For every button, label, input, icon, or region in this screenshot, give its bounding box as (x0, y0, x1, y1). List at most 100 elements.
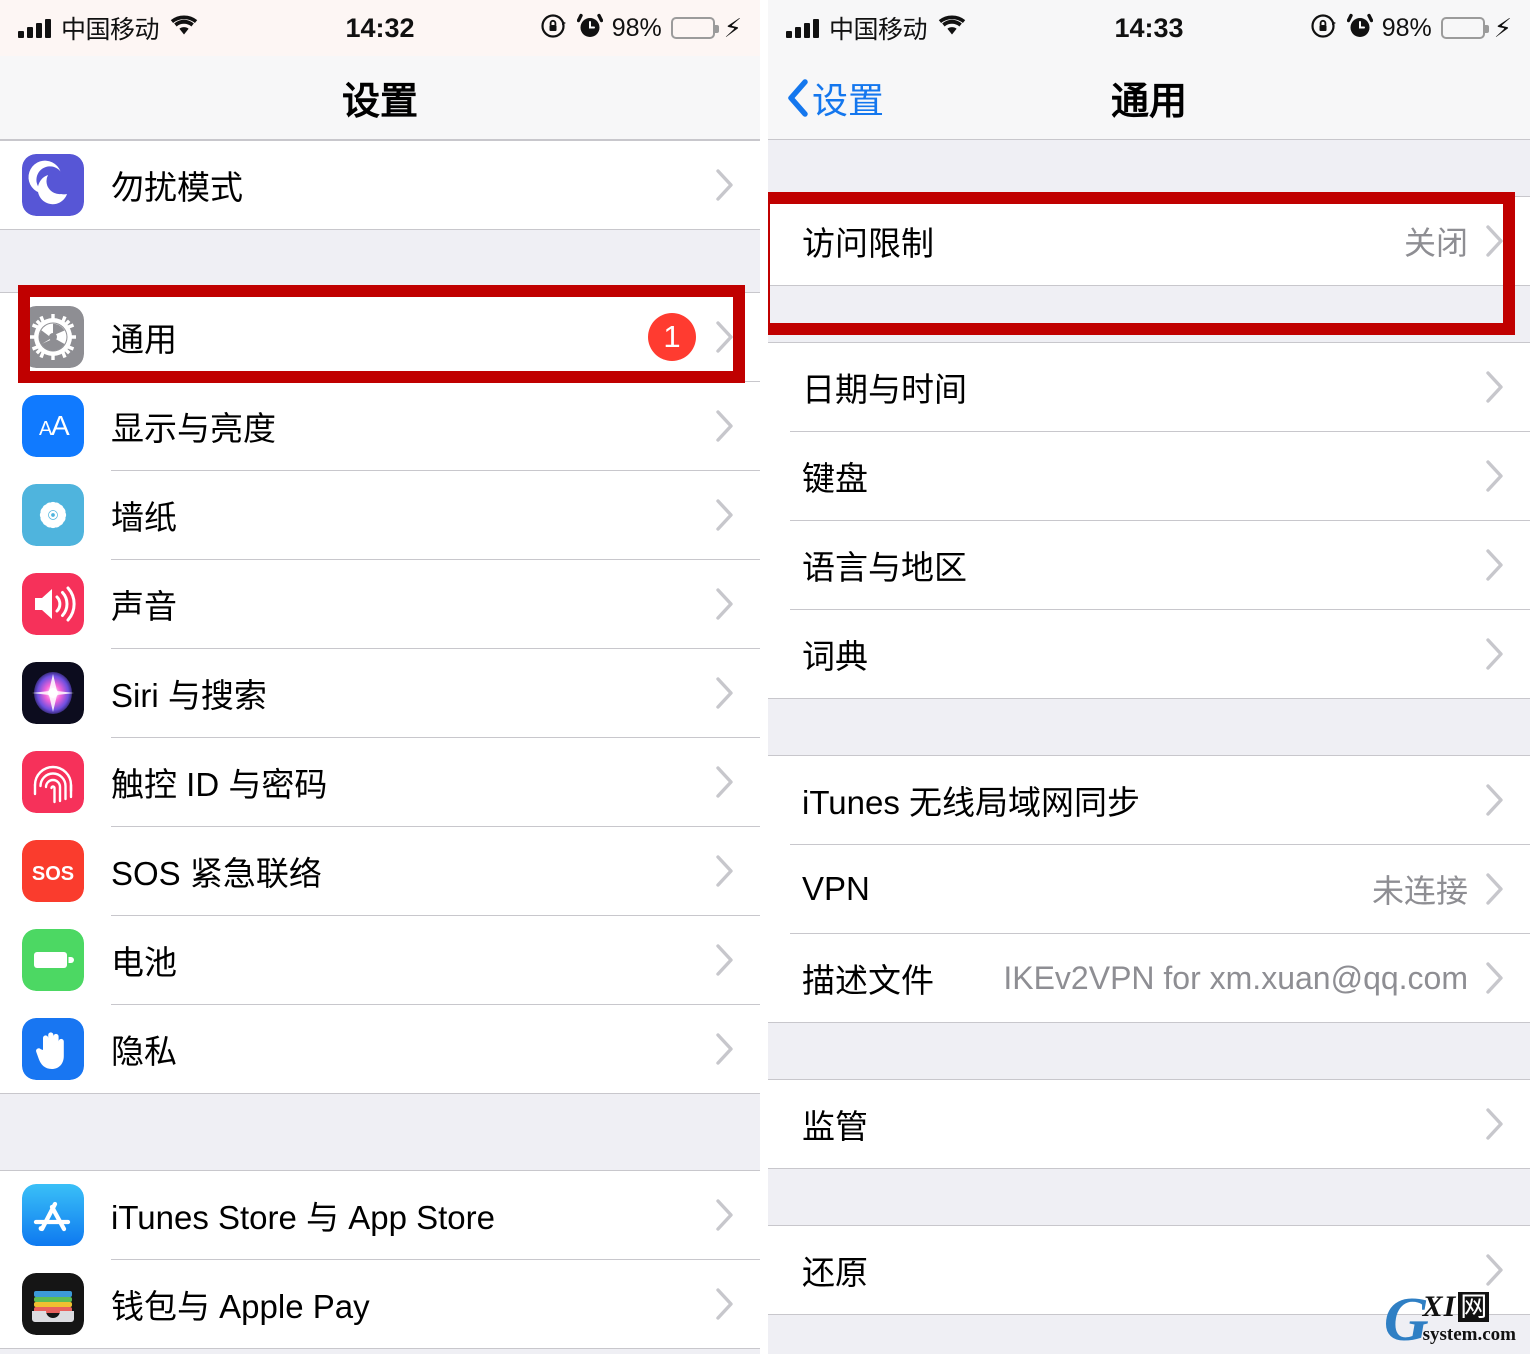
section-gap (768, 1169, 1530, 1225)
list-item-label: 访问限制 (802, 225, 934, 262)
section-gap (768, 1023, 1530, 1079)
wallpaper-icon (22, 484, 84, 546)
chevron-right-icon (1484, 370, 1506, 404)
left-phone-screen: 中国移动 14:32 98% ⚡ 设置 勿扰模式 通用 1 A A 显示与亮度 … (0, 0, 760, 1354)
list-item[interactable]: A A 显示与亮度 (0, 382, 760, 470)
list-item-label: iTunes 无线局域网同步 (802, 784, 1140, 821)
list-item-label: 显示与亮度 (111, 410, 276, 447)
battery-icon (670, 17, 719, 39)
rotation-lock-icon (1310, 12, 1338, 45)
list-item[interactable]: 访问限制 关闭 (768, 197, 1530, 285)
list-item-label: 通用 (111, 321, 177, 358)
siri-icon (22, 662, 84, 724)
page-title: 设置 (341, 81, 418, 123)
lightning-bolt-icon: ⚡ (723, 13, 742, 43)
list-item-label: 键盘 (802, 460, 868, 497)
section-gap (768, 699, 1530, 755)
list-item-label: 日期与时间 (802, 371, 967, 408)
chevron-right-icon (714, 498, 736, 532)
list-item-label: 描述文件 (802, 962, 934, 999)
svg-text:A: A (51, 410, 70, 441)
chevron-right-icon (714, 587, 736, 621)
list-section: iTunes Store 与 App Store 钱包与 Apple Pay (0, 1170, 760, 1349)
list-item[interactable]: 触控 ID 与密码 (0, 738, 760, 826)
chevron-right-icon (714, 943, 736, 977)
list-item[interactable]: Siri 与搜索 (0, 649, 760, 737)
list-item[interactable]: 声音 (0, 560, 760, 648)
list-item-label: 声音 (111, 588, 177, 625)
list-item[interactable]: 语言与地区 (768, 521, 1530, 609)
chevron-right-icon (1484, 637, 1506, 671)
chevron-right-icon (1484, 961, 1506, 995)
chevron-right-icon (1484, 459, 1506, 493)
watermark: G XI 网 system.com (1384, 1289, 1516, 1351)
chevron-right-icon (1484, 1107, 1506, 1141)
chevron-right-icon (714, 1198, 736, 1232)
list-item[interactable]: 勿扰模式 (0, 141, 760, 229)
list-item[interactable]: 描述文件 IKEv2VPN for xm.xuan@qq.com (768, 934, 1530, 1022)
wallet-icon (22, 1273, 84, 1335)
list-item[interactable]: 键盘 (768, 432, 1530, 520)
list-item[interactable]: 钱包与 Apple Pay (0, 1260, 760, 1348)
list-item-label: iTunes Store 与 App Store (111, 1199, 495, 1236)
notification-badge: 1 (648, 313, 696, 361)
moon-icon (22, 154, 84, 216)
list-item[interactable]: 通用 1 (0, 293, 760, 381)
rotation-lock-icon (540, 12, 568, 45)
svg-text:SOS: SOS (32, 863, 74, 885)
chevron-right-icon (1484, 783, 1506, 817)
list-item-label: 钱包与 Apple Pay (111, 1288, 370, 1325)
chevron-right-icon (1484, 1253, 1506, 1287)
privacy-hand-icon (22, 1018, 84, 1080)
right-phone-screen: 中国移动 14:33 98% ⚡ 设置 通用 访问限制 关闭 日期与时间 键盘 … (768, 0, 1530, 1354)
sound-icon (22, 573, 84, 635)
section-gap (0, 230, 760, 292)
list-item-label: 勿扰模式 (111, 169, 243, 206)
list-item[interactable]: 电池 (0, 916, 760, 1004)
alarm-clock-icon (1346, 12, 1373, 45)
list-section: 通用 1 A A 显示与亮度 墙纸 声音 Siri 与搜索 触控 ID 与密码 SOS SO… (0, 292, 760, 1094)
chevron-right-icon (714, 168, 736, 202)
list-item-label: SOS 紧急联络 (111, 855, 322, 892)
appstore-icon (22, 1184, 84, 1246)
list-item-value: 未连接 (1371, 873, 1468, 909)
chevron-right-icon (714, 1287, 736, 1321)
watermark-domain: system.com (1422, 1324, 1516, 1345)
list-item[interactable]: SOS SOS 紧急联络 (0, 827, 760, 915)
list-item-label: 电池 (111, 944, 177, 981)
list-item-label: 隐私 (111, 1033, 177, 1070)
general-settings-list[interactable]: 访问限制 关闭日期与时间键盘语言与地区 词典 iTunes 无线局域网同步 VPN 未连接… (768, 140, 1530, 1315)
list-item-label: 墙纸 (111, 499, 177, 536)
touchid-icon (22, 751, 84, 813)
battery-percent-label: 98% (611, 13, 662, 42)
sos-icon: SOS (22, 840, 84, 902)
section-gap (768, 286, 1530, 342)
status-bar-right: 98% ⚡ (1310, 12, 1512, 45)
list-item-label: 监管 (802, 1108, 868, 1145)
status-bar: 中国移动 14:33 98% ⚡ (768, 0, 1530, 56)
chevron-right-icon (714, 765, 736, 799)
lightning-bolt-icon: ⚡ (1493, 13, 1512, 43)
list-item-label: VPN (802, 870, 870, 907)
list-item[interactable]: 墙纸 (0, 471, 760, 559)
settings-list[interactable]: 勿扰模式 通用 1 A A 显示与亮度 墙纸 声音 Siri 与搜索 触控 ID… (0, 140, 760, 1349)
watermark-xi: XI (1422, 1290, 1457, 1323)
chevron-right-icon (1484, 548, 1506, 582)
list-item[interactable]: 隐私 (0, 1005, 760, 1093)
list-item[interactable]: iTunes 无线局域网同步 (768, 756, 1530, 844)
list-item[interactable]: 监管 (768, 1080, 1530, 1168)
list-section: 监管 (768, 1079, 1530, 1169)
nav-bar: 设置 通用 (768, 56, 1530, 140)
list-item[interactable]: 词典 (768, 610, 1530, 698)
list-item[interactable]: VPN 未连接 (768, 845, 1530, 933)
screenshot-stage: 中国移动 14:32 98% ⚡ 设置 勿扰模式 通用 1 A A 显示与亮度 … (0, 0, 1530, 1354)
chevron-right-icon (1484, 872, 1506, 906)
watermark-wang: 网 (1458, 1291, 1490, 1323)
list-item[interactable]: 日期与时间 (768, 343, 1530, 431)
chevron-right-icon (714, 320, 736, 354)
battery-icon (1440, 17, 1489, 39)
section-gap (0, 1094, 760, 1170)
back-button[interactable]: 设置 (786, 72, 884, 124)
list-item-value: 关闭 (1403, 225, 1468, 261)
list-item[interactable]: iTunes Store 与 App Store (0, 1171, 760, 1259)
